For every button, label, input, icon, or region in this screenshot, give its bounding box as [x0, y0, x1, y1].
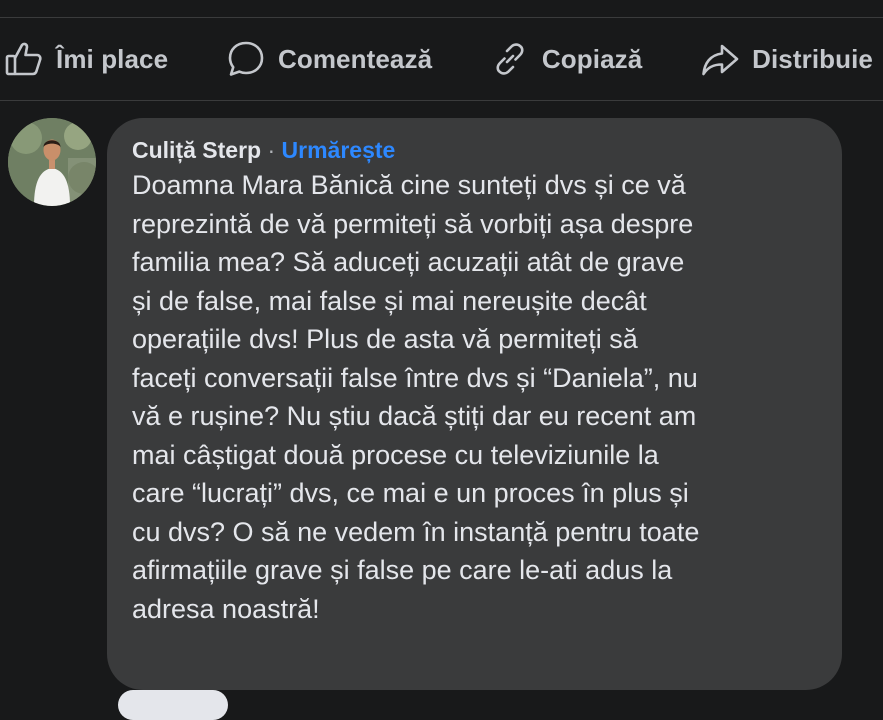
copy-button[interactable]: Copiază — [490, 39, 642, 79]
top-divider — [0, 17, 883, 18]
comment-bubble: Culiță Sterp · Urmărește Doamna Mara Băn… — [107, 118, 842, 690]
comment-header: Culiță Sterp · Urmărește — [132, 136, 818, 164]
follow-link[interactable]: Urmărește — [282, 137, 396, 163]
dot-separator: · — [267, 137, 276, 163]
reaction-pill[interactable] — [118, 690, 228, 720]
profile-photo — [8, 118, 96, 206]
thumbs-up-icon — [5, 42, 42, 76]
actions-divider — [0, 100, 883, 101]
like-label: Îmi place — [56, 43, 169, 74]
comment-label: Comentează — [277, 43, 433, 74]
copy-label: Copiază — [541, 43, 643, 74]
speech-bubble-icon — [228, 41, 264, 76]
link-icon — [496, 43, 524, 75]
avatar[interactable] — [8, 118, 96, 206]
share-arrow-icon — [702, 44, 739, 76]
share-label: Distribuie — [752, 43, 873, 74]
post-action-bar: Îmi place Comentează Copiază Distribuie — [0, 34, 883, 84]
like-button[interactable]: Îmi place — [4, 39, 168, 79]
comment-text: Doamna Mara Bănică cine sunteți dvs și c… — [132, 170, 700, 624]
share-button[interactable]: Distribuie — [700, 39, 873, 79]
comment-button[interactable]: Comentează — [226, 39, 432, 79]
comment-author-name[interactable]: Culiță Sterp — [132, 137, 261, 163]
